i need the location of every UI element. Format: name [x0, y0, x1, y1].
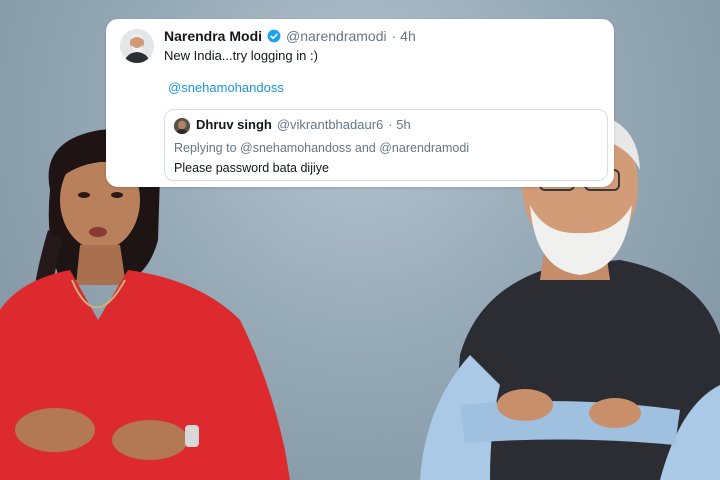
quoted-tweet-timestamp[interactable]: · 5h: [388, 117, 410, 132]
quoted-tweet-text: Please password bata dijiye: [174, 161, 329, 175]
author-avatar[interactable]: [120, 29, 154, 63]
quoted-author-name[interactable]: Dhruv singh: [196, 117, 272, 132]
tweet-header: Narendra Modi @narendramodi · 4h: [164, 27, 416, 45]
quoted-tweet-card[interactable]: Dhruv singh @vikrantbhadaur6 · 5h Replyi…: [164, 109, 608, 181]
reply-mention-2[interactable]: @narendramodi: [379, 141, 469, 155]
tweet-card[interactable]: Narendra Modi @narendramodi · 4h New Ind…: [106, 19, 614, 187]
author-handle[interactable]: @narendramodi: [286, 28, 387, 44]
reply-mention-1[interactable]: @snehamohandoss: [240, 141, 351, 155]
verified-badge-icon: [267, 29, 281, 43]
tweet-timestamp[interactable]: · 4h: [392, 28, 416, 44]
tweet-text: New India...try logging in :): [164, 48, 318, 63]
author-name[interactable]: Narendra Modi: [164, 28, 262, 44]
avatar-icon: [174, 118, 190, 134]
replying-to-label: Replying to: [174, 141, 237, 155]
replying-to-line: Replying to @snehamohandoss and @narendr…: [174, 141, 469, 155]
avatar-icon: [120, 29, 154, 63]
quoted-author-avatar[interactable]: [174, 118, 190, 134]
quoted-tweet-header: Dhruv singh @vikrantbhadaur6 · 5h: [196, 117, 411, 132]
reply-and-label: and: [354, 141, 376, 155]
mention-link[interactable]: @snehamohandoss: [168, 80, 284, 95]
quoted-author-handle[interactable]: @vikrantbhadaur6: [277, 117, 383, 132]
